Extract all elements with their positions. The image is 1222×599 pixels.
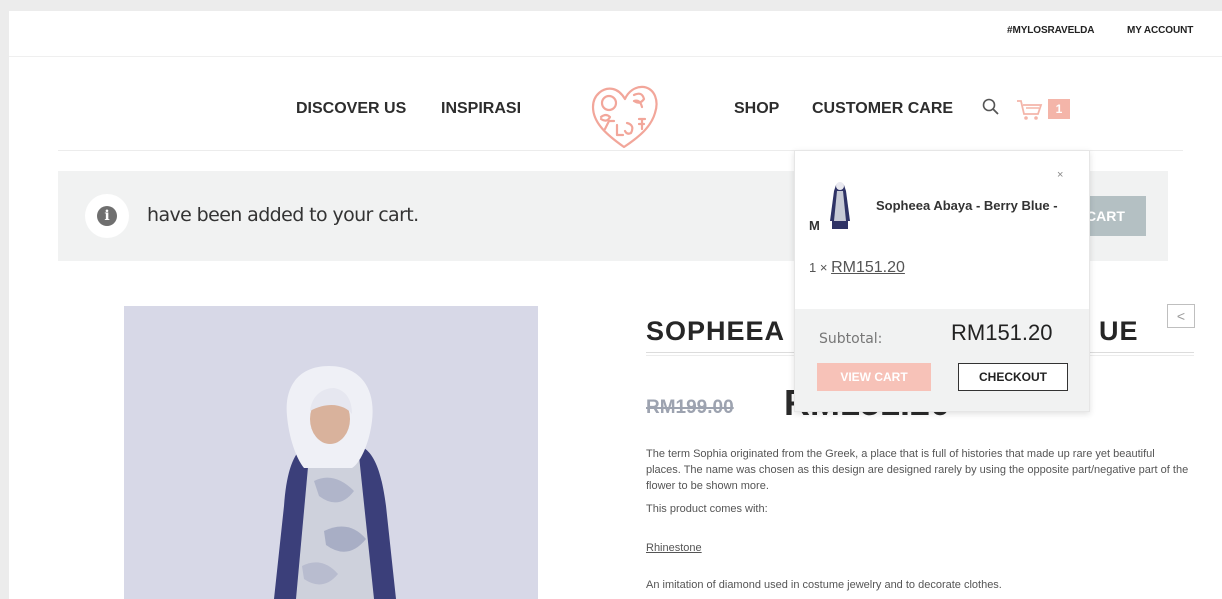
mini-cart-item-name[interactable]: Sopheea Abaya - Berry Blue - M: [809, 196, 1069, 236]
checkout-button[interactable]: CHECKOUT: [958, 363, 1068, 391]
mini-cart-popup: × Sopheea Abaya - Berry Blue - M 1 × RM1…: [794, 150, 1090, 412]
feature-description: An imitation of diamond used in costume …: [646, 579, 1002, 591]
info-icon: i: [85, 194, 129, 238]
subtotal-value: RM151.20: [951, 320, 1053, 345]
subtotal-label: Subtotal:: [819, 331, 883, 347]
hashtag-link[interactable]: #MYLOSRAVELDA: [1007, 25, 1095, 36]
brand-logo[interactable]: [587, 81, 663, 153]
search-icon[interactable]: [981, 97, 1001, 117]
feature-rhinestone: Rhinestone: [646, 540, 1191, 556]
product-image[interactable]: [124, 306, 538, 599]
product-description: The term Sophia originated from the Gree…: [646, 448, 1189, 492]
notice-message: have been added to your cart.: [147, 204, 419, 226]
view-cart-button[interactable]: VIEW CART: [817, 363, 931, 391]
cart-icon[interactable]: [1015, 98, 1043, 122]
product-title-tail: UE: [1099, 316, 1139, 346]
nav-customer-care[interactable]: CUSTOMER CARE: [812, 100, 953, 118]
rhinestone-link[interactable]: Rhinestone: [646, 542, 702, 554]
previous-product-button[interactable]: <: [1167, 304, 1195, 328]
product-title-text: SOPHEEA: [646, 316, 786, 346]
mini-cart-item-qty: 1 × RM151.20: [809, 259, 905, 277]
nav-discover-us[interactable]: DISCOVER US: [296, 100, 406, 118]
nav-shop[interactable]: SHOP: [734, 100, 779, 118]
browser-top-strip: [0, 0, 1222, 11]
old-price: RM199.00: [646, 397, 734, 418]
close-icon[interactable]: ×: [1057, 169, 1063, 181]
product-comes-with: This product comes with:: [646, 503, 768, 515]
nav-inspirasi[interactable]: INSPIRASI: [441, 100, 521, 118]
my-account-link[interactable]: MY ACCOUNT: [1127, 25, 1193, 36]
page-left-edge: [0, 11, 9, 599]
mini-cart-footer: Subtotal: RM151.20 VIEW CART CHECKOUT: [795, 309, 1089, 411]
mini-cart-qty-prefix: 1 ×: [809, 260, 828, 275]
mini-cart-item-price[interactable]: RM151.20: [831, 259, 905, 276]
cart-count-badge[interactable]: 1: [1048, 99, 1070, 119]
